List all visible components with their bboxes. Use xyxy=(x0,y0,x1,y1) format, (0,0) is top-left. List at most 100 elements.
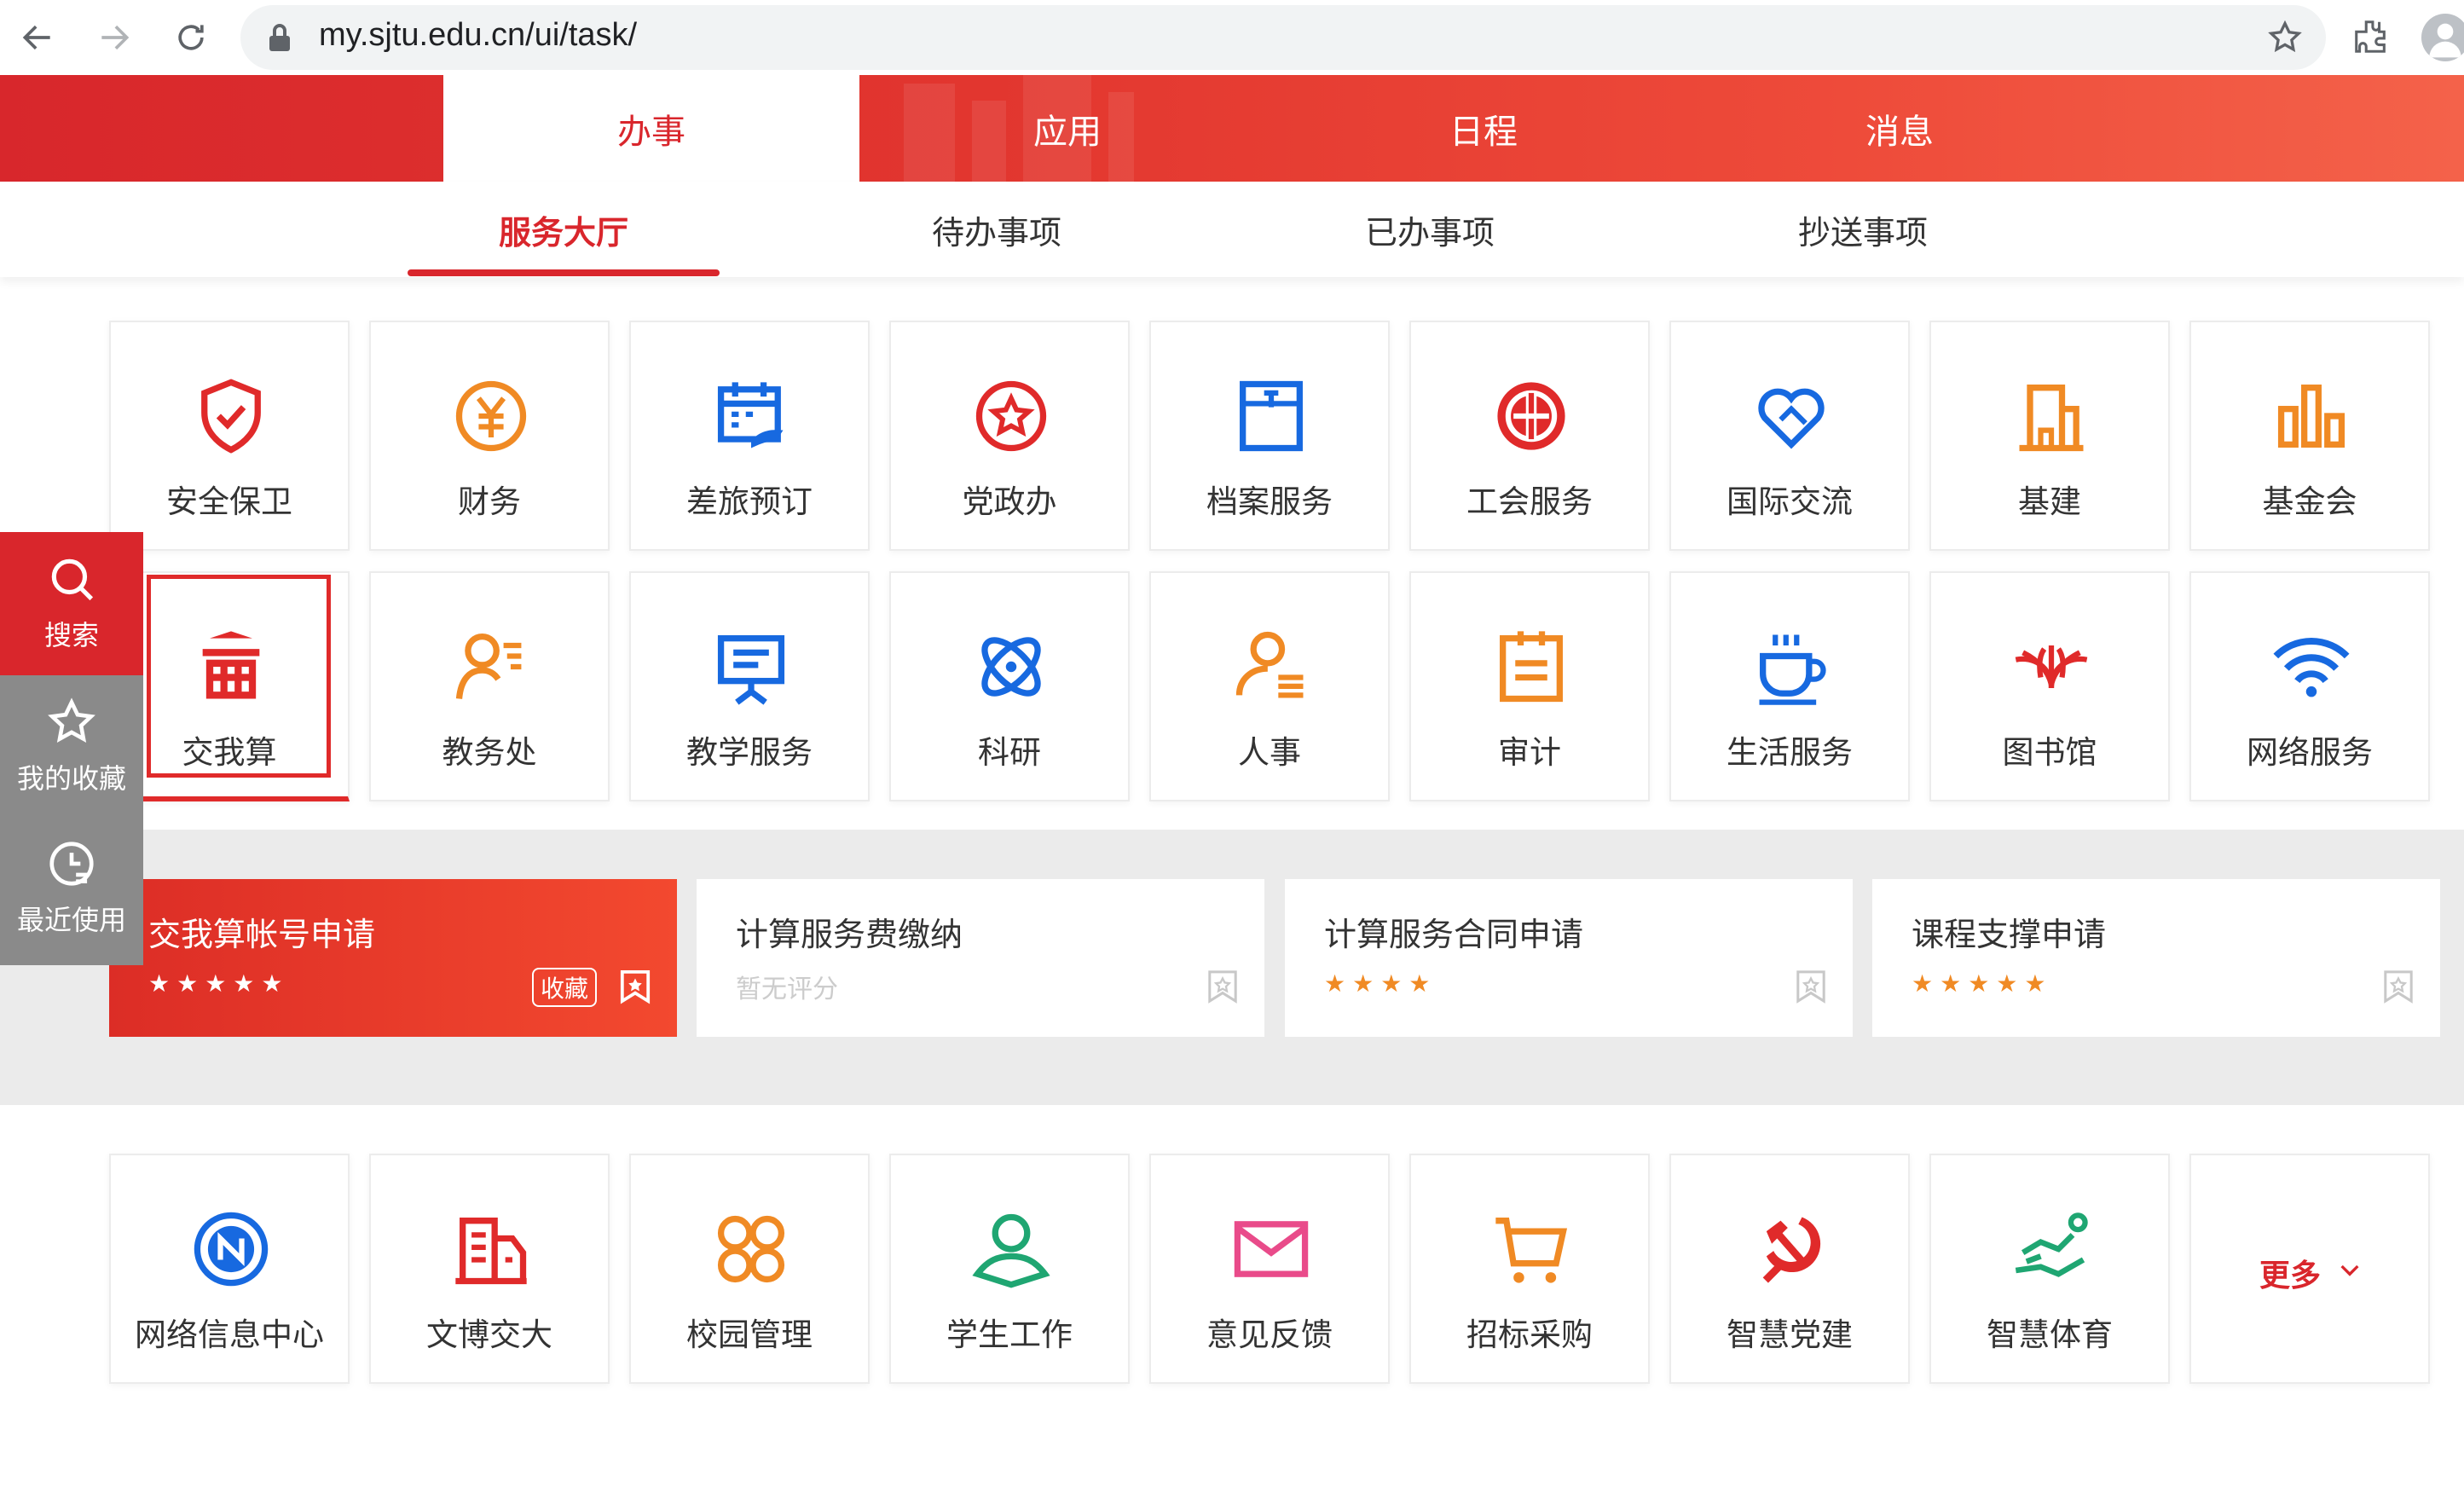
sub-tab-bar xyxy=(0,182,2464,277)
category-card-library[interactable]: 图书馆 xyxy=(1929,571,2170,801)
star-icon xyxy=(48,697,95,744)
category-card-smart-sports[interactable]: 智慧体育 xyxy=(1929,1154,2170,1384)
category-card-campus-management[interactable]: 校园管理 xyxy=(629,1154,870,1384)
category-label: 档案服务 xyxy=(1206,483,1333,520)
student-icon xyxy=(972,1213,1050,1288)
clipboard-icon xyxy=(1500,631,1563,703)
star-circle-icon xyxy=(975,380,1047,452)
extensions-puzzle-icon[interactable] xyxy=(2351,17,2391,56)
float-recent[interactable]: 最近使用 xyxy=(0,817,143,965)
collect-button[interactable]: 收藏 xyxy=(532,968,597,1007)
category-card-network-center[interactable]: 网络信息中心 xyxy=(109,1154,350,1384)
category-card-smart-party[interactable]: 智慧党建 xyxy=(1669,1154,1910,1384)
category-card-museum[interactable]: 文博交大 xyxy=(369,1154,610,1384)
reload-button[interactable] xyxy=(165,12,217,63)
float-favorites-label: 我的收藏 xyxy=(16,762,126,795)
bookmark-icon[interactable] xyxy=(1206,969,1239,1004)
category-label: 生活服务 xyxy=(1727,734,1853,771)
subtab-todo[interactable]: 待办事项 xyxy=(841,182,1153,277)
category-card-life-service[interactable]: 生活服务 xyxy=(1669,571,1910,801)
category-card-research[interactable]: 科研 xyxy=(889,571,1130,801)
service-card-fee-payment[interactable]: 计算服务费缴纳 暂无评分 xyxy=(697,879,1264,1037)
category-card-feedback[interactable]: 意见反馈 xyxy=(1149,1154,1390,1384)
lock-icon xyxy=(269,24,290,51)
yuan-icon xyxy=(455,380,527,452)
presentation-icon xyxy=(717,635,785,705)
tab-banshi[interactable]: 办事 xyxy=(443,75,859,182)
category-label: 安全保卫 xyxy=(166,483,292,520)
category-card-student-affairs[interactable]: 学生工作 xyxy=(889,1154,1130,1384)
category-label: 工会服务 xyxy=(1466,483,1593,520)
category-card-jiaowosuan[interactable]: 交我算 xyxy=(109,571,350,801)
back-button[interactable] xyxy=(12,12,63,63)
category-label: 学生工作 xyxy=(946,1316,1073,1353)
tab-yingyong[interactable]: 应用 xyxy=(859,75,1275,182)
category-card-teaching[interactable]: 教学服务 xyxy=(629,571,870,801)
category-card-construction[interactable]: 基建 xyxy=(1929,321,2170,551)
category-card-procurement[interactable]: 招标采购 xyxy=(1409,1154,1650,1384)
bookmark-star-icon[interactable] xyxy=(2266,19,2304,56)
bookmark-icon[interactable] xyxy=(1795,969,1827,1004)
person-list-icon xyxy=(1235,631,1304,698)
address-bar[interactable]: my.sjtu.edu.cn/ui/task/ xyxy=(240,5,2326,70)
service-card-contract-apply[interactable]: 计算服务合同申请 ★★★★ xyxy=(1285,879,1853,1037)
service-card-course-support[interactable]: 课程支撑申请 ★★★★★ xyxy=(1872,879,2440,1037)
category-label: 网络信息中心 xyxy=(135,1316,324,1353)
category-label: 校园管理 xyxy=(686,1316,813,1353)
category-label: 基金会 xyxy=(2262,483,2357,520)
float-search[interactable]: 搜索 xyxy=(0,532,143,675)
category-label: 教学服务 xyxy=(686,734,813,771)
active-subtab-underline xyxy=(408,269,720,276)
tab-xiaoxi[interactable]: 消息 xyxy=(1692,75,2108,182)
category-card-finance[interactable]: 财务 xyxy=(369,321,610,551)
category-label: 国际交流 xyxy=(1727,483,1853,520)
service-title: 课程支撑申请 xyxy=(1912,916,2107,953)
category-label: 差旅预订 xyxy=(686,483,813,520)
category-label: 科研 xyxy=(978,734,1041,771)
more-categories-card[interactable]: 更多 xyxy=(2189,1154,2430,1384)
category-label: 意见反馈 xyxy=(1206,1316,1333,1353)
category-card-network-service[interactable]: 网络服务 xyxy=(2189,571,2430,801)
tab-richeng[interactable]: 日程 xyxy=(1275,75,1692,182)
clock-icon xyxy=(49,842,94,886)
category-label: 基建 xyxy=(2018,483,2081,520)
category-card-archive[interactable]: 档案服务 xyxy=(1149,321,1390,551)
handshake-heart-icon xyxy=(1758,388,1825,449)
category-card-travel[interactable]: 差旅预订 xyxy=(629,321,870,551)
service-card-account-apply[interactable]: 交我算帐号申请 ★★★★★ 收藏 xyxy=(109,879,677,1037)
subtab-done[interactable]: 已办事项 xyxy=(1274,182,1586,277)
subtab-service-hall[interactable]: 服务大厅 xyxy=(408,182,720,277)
float-recent-label: 最近使用 xyxy=(16,904,126,936)
category-card-security[interactable]: 安全保卫 xyxy=(109,321,350,551)
category-card-academic-affairs[interactable]: 教务处 xyxy=(369,571,610,801)
category-card-international[interactable]: 国际交流 xyxy=(1669,321,1910,551)
category-label: 文博交大 xyxy=(426,1316,552,1353)
forward-button[interactable] xyxy=(89,12,140,63)
service-rating-stars: ★★★★ xyxy=(1324,969,1437,998)
building-icon xyxy=(2019,385,2084,452)
category-card-hr[interactable]: 人事 xyxy=(1149,571,1390,801)
category-card-audit[interactable]: 审计 xyxy=(1409,571,1650,801)
category-label: 财务 xyxy=(458,483,521,520)
wifi-icon xyxy=(2273,638,2350,697)
profile-avatar[interactable] xyxy=(2421,14,2464,61)
float-favorites[interactable]: 我的收藏 xyxy=(0,675,143,817)
category-label: 党政办 xyxy=(962,483,1057,520)
service-rating-stars: ★★★★★ xyxy=(1912,969,2053,998)
browser-toolbar: my.sjtu.edu.cn/ui/task/ xyxy=(0,0,2464,75)
category-card-foundation[interactable]: 基金会 xyxy=(2189,321,2430,551)
subtab-cc[interactable]: 抄送事项 xyxy=(1707,182,2019,277)
category-card-union[interactable]: 工会服务 xyxy=(1409,321,1650,551)
union-icon xyxy=(1497,382,1565,450)
party-emblem-icon xyxy=(1762,1217,1821,1283)
bookmark-icon[interactable] xyxy=(619,969,651,1004)
bookmark-icon[interactable] xyxy=(2382,969,2415,1004)
library-icon xyxy=(2015,645,2088,689)
archive-icon xyxy=(1240,380,1303,452)
more-label: 更多 xyxy=(2259,1258,2322,1293)
category-label: 教务处 xyxy=(442,734,537,771)
service-title: 计算服务费缴纳 xyxy=(736,916,963,953)
category-card-party-office[interactable]: 党政办 xyxy=(889,321,1130,551)
category-label: 智慧党建 xyxy=(1727,1316,1853,1353)
category-label: 审计 xyxy=(1498,734,1561,771)
